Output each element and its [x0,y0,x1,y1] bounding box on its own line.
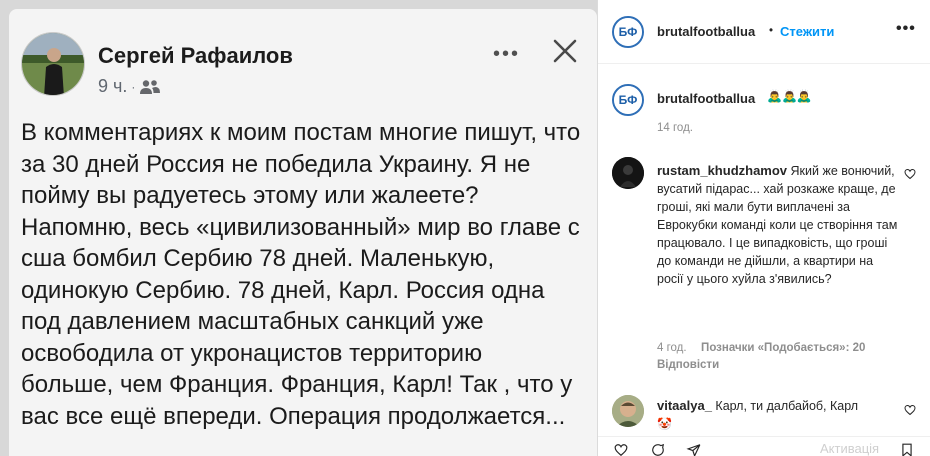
comments-panel: БФ brutalfootballua • Стежити ••• БФ bru… [598,0,930,456]
caption-avatar[interactable]: БФ [612,84,644,116]
comment-body: vitaalya_ Карл, ти далбайоб, Карл 🤡 [657,397,897,433]
windows-activation-watermark: Активація Windows [820,441,880,456]
separator-dot: · [131,79,136,94]
comment-likes[interactable]: Позначки «Подобається»: 20 [701,342,865,354]
comment-username[interactable]: rustam_khudzhamov [657,163,787,178]
header-username[interactable]: brutalfootballua [657,24,755,39]
caption-time[interactable]: 14 год. [657,122,693,134]
post-meta: 9 ч. · [98,76,161,97]
comment-text: Карл, ти далбайоб, Карл [715,399,859,413]
comment-avatar[interactable] [612,157,644,189]
follow-button[interactable]: Стежити [780,24,834,39]
reply-button[interactable]: Відповісти [657,357,907,374]
comment-username[interactable]: vitaalya_ [657,398,712,413]
comment-avatar[interactable] [612,395,644,427]
header-separator: • [769,25,774,37]
author-avatar [21,32,85,96]
more-options-icon[interactable]: ••• [493,43,520,66]
brand-logo: БФ [614,86,642,114]
comment-time[interactable]: 4 год. [657,342,687,354]
author-name[interactable]: Сергей Рафаилов [98,43,293,69]
share-icon[interactable] [686,443,702,456]
comment-icon[interactable] [650,443,666,456]
close-icon[interactable] [551,37,579,65]
post-time[interactable]: 9 ч. [98,76,127,97]
friends-icon [140,79,161,94]
post-image: Сергей Рафаилов 9 ч. · ••• В комментария… [0,0,597,456]
like-heart-icon[interactable] [612,443,630,456]
post-header: БФ brutalfootballua • Стежити ••• [598,0,930,64]
caption-emojis: 🙇‍♂️🙇‍♂️🙇‍♂️ [767,89,812,103]
more-options-icon[interactable]: ••• [896,20,916,38]
comment-meta: 4 год. Позначки «Подобається»: 20 Відпов… [657,338,907,374]
post-text: В комментариях к моим постам многие пишу… [21,119,581,430]
profile-photo-icon [612,395,644,427]
caption-username[interactable]: brutalfootballua [657,91,755,106]
comment-body: rustam_khudzhamov Який же вонючий, вусат… [657,162,899,288]
facebook-post-card: Сергей Рафаилов 9 ч. · ••• В комментария… [9,9,597,456]
clown-emoji: 🤡 [657,417,672,431]
comment-text: Який же вонючий, вусатий підарас... хай … [657,164,898,286]
dark-profile-icon [612,157,644,189]
account-avatar[interactable]: БФ [612,16,644,48]
like-heart-icon[interactable] [904,168,916,180]
like-heart-icon[interactable] [904,404,916,416]
brand-logo: БФ [614,18,642,46]
